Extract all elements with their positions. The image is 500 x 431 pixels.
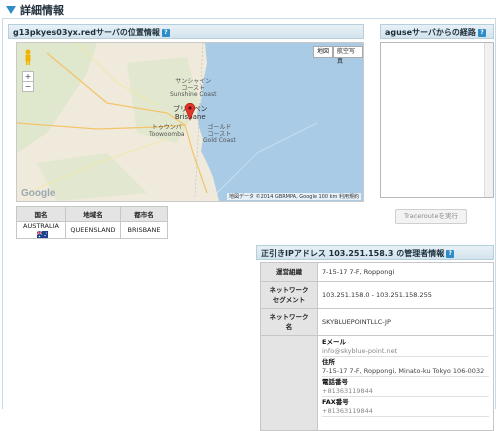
table-row: ネットワーク 名 SKYBLUEPOINTLLC-JP (260, 308, 494, 336)
table-row: AUSTRALIA QUEENSLAND BRISBANE (16, 221, 168, 239)
admin-table: 運営組織 7-15-17 7-F, Roppongi ネットワーク セグメント … (260, 262, 494, 431)
zoom-out-button[interactable]: − (22, 81, 34, 92)
label-org: 運営組織 (260, 262, 318, 282)
fax-label: FAX番号 (322, 398, 349, 406)
map-attribution[interactable]: 地図データ ©2014 GBRMPA, Google 100 km 利用規約 (226, 193, 361, 200)
value-netname: SKYBLUEPOINTLLC-JP (317, 308, 494, 336)
help-icon[interactable]: ? (477, 28, 486, 37)
location-marker-icon[interactable] (184, 102, 196, 121)
section-header: 詳細情報 (2, 2, 64, 18)
table-header-row: 国名 地域名 都市名 (16, 206, 168, 222)
traceroute-button[interactable]: Tracerouteを実行 (395, 209, 467, 224)
email-value: info@skyblue-point.net (322, 347, 489, 357)
australia-flag-icon (36, 230, 48, 238)
address-label: 住所 (322, 358, 335, 366)
label-netname: ネットワーク 名 (260, 308, 318, 336)
location-title-text: g13pkyes03yx.redサーバの位置情報 (13, 28, 160, 37)
help-icon[interactable]: ? (446, 249, 455, 258)
admin-panel-title: 正引きIPアドレス 103.251.158.3 の管理者情報? (256, 245, 494, 260)
location-map[interactable]: 地図 航空写真 + − サンシャイン コースト Sunshine Coast ブ… (16, 42, 364, 202)
email-label: Eメール (322, 338, 346, 346)
expand-triangle-icon[interactable] (6, 6, 16, 14)
address-value: 7-15-17 7-F, Roppongi, Minato-ku Tokyo 1… (322, 367, 489, 377)
header-country: 国名 (16, 206, 66, 222)
cell-city: BRISBANE (120, 221, 168, 239)
section-title: 詳細情報 (20, 4, 64, 17)
phone-value: +81363119844 (322, 387, 489, 397)
header-city: 都市名 (120, 206, 168, 222)
label-segment: ネットワーク セグメント (260, 281, 318, 309)
header-region: 地域名 (65, 206, 121, 222)
map-canvas (17, 43, 363, 201)
table-row: ネットワーク セグメント 103.251.158.0 - 103.251.158… (260, 281, 494, 309)
phone-label: 電話番号 (322, 378, 348, 386)
location-panel-title: g13pkyes03yx.redサーバの位置情報? (8, 24, 364, 39)
value-org: 7-15-17 7-F, Roppongi (317, 262, 494, 282)
fax-value: +81363119844 (322, 407, 489, 417)
map-view-button[interactable]: 地図 (313, 46, 334, 58)
location-table: 国名 地域名 都市名 AUSTRALIA QUEENSLAND BRISBANE (16, 206, 168, 239)
pegman-icon[interactable] (24, 49, 32, 65)
table-row: 運営組織 7-15-17 7-F, Roppongi (260, 262, 494, 282)
route-title-text: aguseサーバからの経路 (385, 28, 476, 37)
map-label-toowoomba: トゥウンバ Toowoomba (149, 124, 185, 138)
label-contact (260, 335, 318, 431)
help-icon[interactable]: ? (161, 28, 170, 37)
route-panel-title: aguseサーバからの経路? (380, 24, 494, 39)
value-contact: Eメール info@skyblue-point.net 住所 7-15-17 7… (317, 335, 494, 431)
satellite-view-button[interactable]: 航空写真 (333, 46, 363, 65)
value-segment: 103.251.158.0 - 103.251.158.255 (317, 281, 494, 309)
table-row: Eメール info@skyblue-point.net 住所 7-15-17 7… (260, 335, 494, 431)
traceroute-scrollbar[interactable] (484, 43, 493, 197)
cell-region: QUEENSLAND (65, 221, 121, 239)
map-label-goldcoast: ゴールド コースト Gold Coast (203, 124, 236, 144)
map-label-sunshine: サンシャイン コースト Sunshine Coast (170, 78, 217, 98)
traceroute-output[interactable] (380, 42, 494, 198)
cell-country: AUSTRALIA (16, 221, 66, 239)
google-logo: Google (21, 188, 56, 199)
admin-title-text: 正引きIPアドレス 103.251.158.3 の管理者情報 (261, 249, 445, 258)
